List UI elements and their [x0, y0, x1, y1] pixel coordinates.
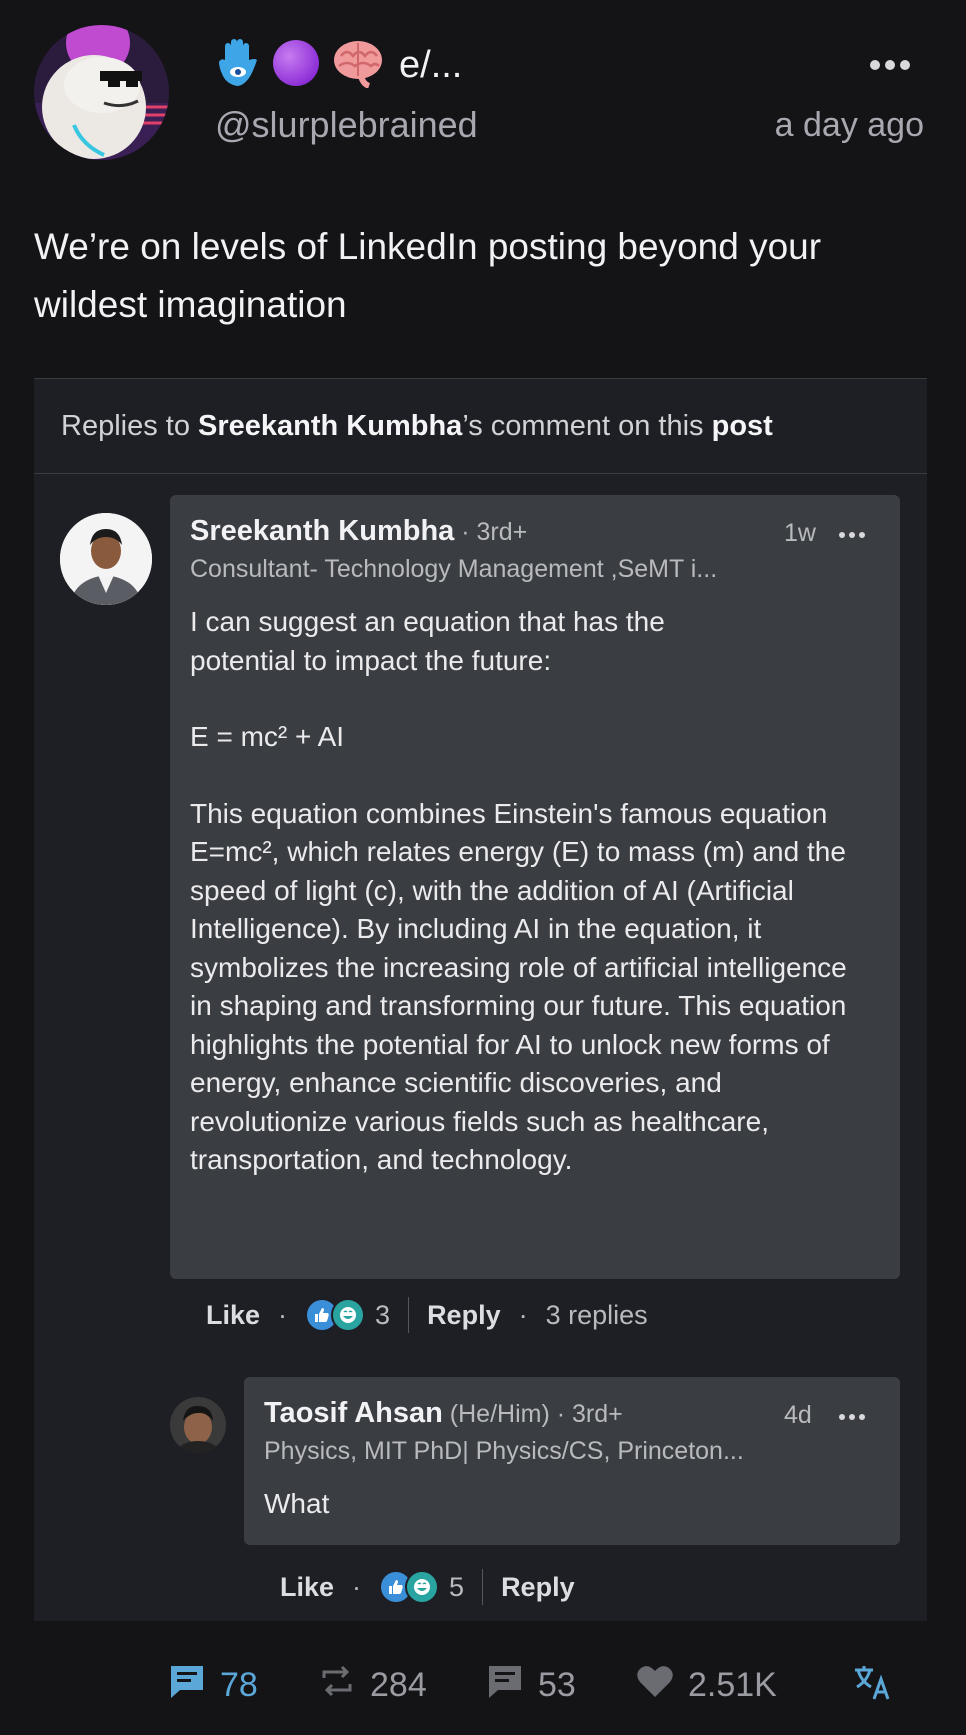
comment-more-icon[interactable] [839, 532, 865, 538]
dot-separator: · [352, 1571, 362, 1602]
replies-count-link[interactable]: 3 replies [546, 1300, 648, 1331]
replier-avatar [170, 1397, 226, 1453]
replier-name[interactable]: Taosif Ahsan (He/Him) · 3rd+ [264, 1397, 623, 1430]
comment-icon [168, 1662, 206, 1709]
divider [482, 1569, 484, 1605]
connection-degree: · 3rd+ [549, 1400, 623, 1428]
like-button-footer[interactable]: 2.51K [636, 1655, 777, 1715]
funny-reaction-icon [331, 1298, 366, 1332]
reactions[interactable] [379, 1570, 440, 1604]
more-options-icon[interactable] [870, 50, 920, 80]
commenter-name-text: Sreekanth Kumbha [190, 515, 455, 547]
funny-reaction-icon [405, 1570, 440, 1604]
embed-header-post: post [711, 409, 773, 442]
reply-text: What [264, 1488, 330, 1519]
comment-paragraph: I can suggest an equation that has the p… [190, 606, 665, 676]
comment-paragraph: E = mc² + AI [190, 721, 345, 752]
divider [408, 1297, 410, 1333]
reaction-count: 5 [449, 1571, 465, 1602]
commenter-headline: Consultant- Technology Management ,SeMT … [190, 555, 718, 583]
likes-count: 2.51K [688, 1665, 777, 1704]
comments-count: 78 [220, 1665, 258, 1704]
comment-paragraph: This equation combines Einstein's famous… [190, 797, 847, 1176]
dot-separator: · [278, 1299, 288, 1330]
replier-headline: Physics, MIT PhD| Physics/CS, Princeton.… [264, 1437, 744, 1465]
brain-icon [331, 38, 385, 93]
comment-text: I can suggest an equation that has the p… [190, 603, 880, 1180]
connection-degree: · 3rd+ [454, 518, 528, 546]
user-handle[interactable]: @slurplebrained [215, 104, 478, 146]
embed-header-name: Sreekanth Kumbha [198, 409, 463, 442]
pronouns: (He/Him) [442, 1400, 550, 1428]
reaction-count: 3 [375, 1299, 391, 1330]
repost-count: 284 [370, 1665, 427, 1704]
reply-button[interactable]: Reply [427, 1300, 501, 1331]
hamsa-icon [215, 38, 261, 93]
like-button[interactable]: Like [280, 1572, 334, 1603]
heart-icon [636, 1663, 674, 1708]
embed-header-prefix: Replies to [61, 409, 199, 442]
reply-actions: Like · 5 Reply [280, 1563, 575, 1611]
translate-button[interactable] [852, 1655, 892, 1715]
like-button[interactable]: Like [206, 1300, 260, 1331]
repost-button[interactable]: 284 [318, 1655, 427, 1715]
post-text: We’re on levels of LinkedIn posting beyo… [34, 226, 822, 325]
reply-more-icon[interactable] [839, 1414, 865, 1420]
display-name-row[interactable]: e/... [215, 38, 463, 93]
translate-icon [852, 1661, 892, 1710]
post-action-bar: 78 284 53 2.51K [0, 1655, 966, 1715]
comment-actions: Like · 3 Reply · 3 replies [206, 1291, 648, 1339]
post-header: e/... @slurplebrained a day ago [0, 0, 966, 180]
post-timestamp: a day ago [774, 106, 924, 144]
dot-separator: · [518, 1299, 528, 1330]
quote-count: 53 [538, 1665, 576, 1704]
reply-time: 4d [784, 1401, 812, 1429]
reactions[interactable] [305, 1298, 366, 1332]
display-name: e/... [399, 43, 463, 86]
commenter-name[interactable]: Sreekanth Kumbha · 3rd+ [190, 515, 527, 548]
purple-circle-icon [271, 38, 321, 93]
embedded-image[interactable]: Replies to Sreekanth Kumbha ’s comment o… [34, 378, 927, 1621]
embed-header-mid: ’s comment on this [462, 409, 712, 442]
quote-icon [486, 1662, 524, 1709]
commenter-avatar [60, 513, 152, 605]
replier-name-text: Taosif Ahsan [264, 1397, 443, 1429]
quote-button[interactable]: 53 [486, 1655, 576, 1715]
comment-time: 1w [784, 519, 816, 547]
repost-icon [318, 1662, 356, 1709]
embed-header: Replies to Sreekanth Kumbha ’s comment o… [34, 379, 927, 474]
comments-button[interactable]: 78 [168, 1655, 258, 1715]
user-avatar[interactable] [34, 25, 169, 160]
reply-button[interactable]: Reply [501, 1572, 575, 1603]
